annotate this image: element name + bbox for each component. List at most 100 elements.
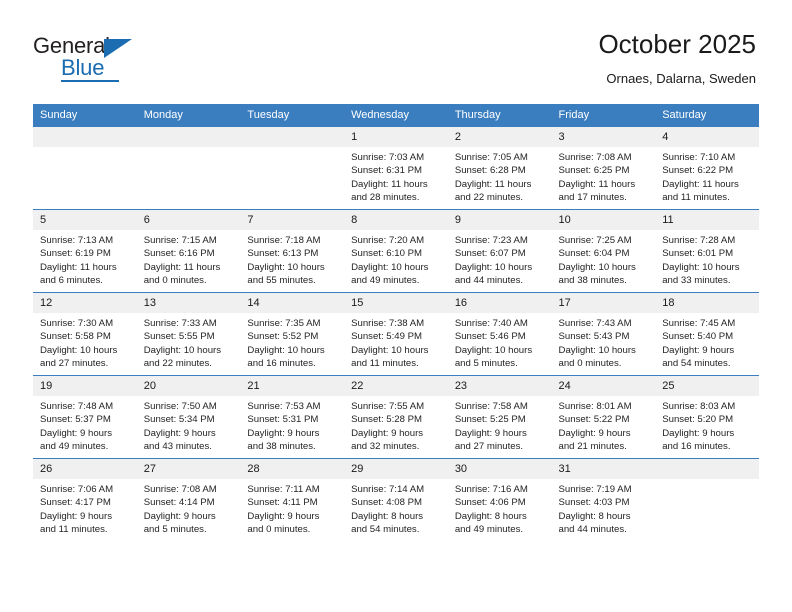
calendar-day-cell[interactable]: 20 Sunrise: 7:50 AM Sunset: 5:34 PM Dayligh… — [136, 375, 241, 459]
day-cell-inner: 2 Sunrise: 7:05 AM Sunset: 6:28 PM Daylight… — [447, 127, 552, 209]
calendar-day-cell[interactable]: 5 Sunrise: 7:13 AM Sunset: 6:19 PM Daylight… — [33, 209, 137, 293]
day-cell-inner — [33, 127, 137, 209]
day-sun-details: Sunrise: 7:10 AM Sunset: 6:22 PM Daylight:… — [655, 147, 759, 205]
calendar-day-cell[interactable]: 24 Sunrise: 8:01 AM Sunset: 5:22 PM Dayligh… — [551, 375, 656, 459]
day-sun-details: Sunrise: 8:03 AM Sunset: 5:20 PM Daylight:… — [655, 396, 759, 454]
calendar-day-cell[interactable]: 28 Sunrise: 7:11 AM Sunset: 4:11 PM Dayligh… — [240, 458, 345, 541]
calendar-day-cell[interactable]: 7 Sunrise: 7:18 AM Sunset: 6:13 PM Daylight… — [240, 209, 345, 293]
detail-sunrise: Sunrise: 7:40 AM — [454, 318, 528, 329]
calendar-day-cell[interactable]: 3 Sunrise: 7:08 AM Sunset: 6:25 PM Daylight… — [551, 126, 656, 210]
calendar-day-cell[interactable] — [655, 458, 759, 541]
detail-sunset: Sunset: 6:25 PM — [558, 165, 630, 177]
day-cell-inner — [240, 127, 345, 209]
calendar-day-cell[interactable]: 22 Sunrise: 7:55 AM Sunset: 5:28 PM Dayligh… — [344, 375, 448, 459]
day-sun-details: Sunrise: 7:25 AM Sunset: 6:04 PM Daylight:… — [552, 230, 656, 288]
day-cell-inner: 5 Sunrise: 7:13 AM Sunset: 6:19 PM Daylight… — [33, 210, 137, 292]
detail-daylight-line1: Daylight: 9 hours — [143, 427, 216, 439]
detail-daylight-line1: Daylight: 10 hours — [351, 344, 429, 356]
day-number: 10 — [551, 210, 656, 230]
detail-sunrise: Sunrise: 7:38 AM — [351, 318, 425, 329]
calendar-day-cell[interactable]: 15 Sunrise: 7:38 AM Sunset: 5:49 PM Dayligh… — [344, 292, 448, 376]
calendar-day-cell[interactable]: 8 Sunrise: 7:20 AM Sunset: 6:10 PM Daylight… — [344, 209, 448, 293]
calendar-day-cell[interactable]: 13 Sunrise: 7:33 AM Sunset: 5:55 PM Dayligh… — [136, 292, 241, 376]
day-number: 12 — [33, 293, 137, 313]
calendar-day-cell[interactable]: 16 Sunrise: 7:40 AM Sunset: 5:46 PM Dayligh… — [447, 292, 552, 376]
calendar-day-cell[interactable]: 21 Sunrise: 7:53 AM Sunset: 5:31 PM Dayligh… — [240, 375, 345, 459]
day-number: 17 — [551, 293, 656, 313]
detail-daylight-line2: and 27 minutes. — [454, 441, 524, 453]
day-number: 5 — [33, 210, 137, 230]
calendar-header-row: Sunday Monday Tuesday Wednesday Thursday… — [33, 104, 759, 127]
detail-sunset: Sunset: 4:08 PM — [351, 497, 423, 509]
logo-underline — [61, 80, 119, 82]
calendar-day-cell[interactable]: 2 Sunrise: 7:05 AM Sunset: 6:28 PM Daylight… — [447, 126, 552, 210]
day-number: 9 — [447, 210, 552, 230]
calendar-day-cell[interactable]: 6 Sunrise: 7:15 AM Sunset: 6:16 PM Daylight… — [136, 209, 241, 293]
detail-daylight-line2: and 0 minutes. — [558, 358, 622, 370]
day-cell-inner: 16 Sunrise: 7:40 AM Sunset: 5:46 PM Dayligh… — [447, 293, 552, 375]
day-number: 6 — [136, 210, 241, 230]
detail-sunrise: Sunrise: 7:53 AM — [247, 401, 321, 412]
detail-daylight-line1: Daylight: 8 hours — [558, 510, 631, 522]
calendar-day-cell[interactable]: 11 Sunrise: 7:28 AM Sunset: 6:01 PM Dayligh… — [655, 209, 759, 293]
detail-daylight-line1: Daylight: 9 hours — [454, 427, 527, 439]
day-cell-inner: 9 Sunrise: 7:23 AM Sunset: 6:07 PM Daylight… — [447, 210, 552, 292]
day-cell-inner: 12 Sunrise: 7:30 AM Sunset: 5:58 PM Dayligh… — [33, 293, 137, 375]
detail-sunset: Sunset: 6:04 PM — [558, 248, 630, 260]
detail-sunrise: Sunrise: 7:45 AM — [662, 318, 736, 329]
day-sun-details: Sunrise: 7:23 AM Sunset: 6:07 PM Daylight:… — [448, 230, 552, 288]
calendar-day-cell[interactable]: 1 Sunrise: 7:03 AM Sunset: 6:31 PM Daylight… — [344, 126, 448, 210]
calendar-day-cell[interactable]: 12 Sunrise: 7:30 AM Sunset: 5:58 PM Dayligh… — [33, 292, 137, 376]
calendar-day-cell[interactable] — [33, 126, 137, 210]
calendar-day-cell[interactable]: 30 Sunrise: 7:16 AM Sunset: 4:06 PM Dayligh… — [447, 458, 552, 541]
detail-daylight-line1: Daylight: 10 hours — [558, 261, 636, 273]
calendar-day-cell[interactable]: 31 Sunrise: 7:19 AM Sunset: 4:03 PM Dayligh… — [551, 458, 656, 541]
calendar-day-cell[interactable]: 23 Sunrise: 7:58 AM Sunset: 5:25 PM Dayligh… — [447, 375, 552, 459]
day-number: 26 — [33, 459, 137, 479]
day-sun-details: Sunrise: 7:20 AM Sunset: 6:10 PM Daylight:… — [344, 230, 448, 288]
detail-sunset: Sunset: 4:17 PM — [40, 497, 111, 509]
detail-sunset: Sunset: 6:28 PM — [454, 165, 526, 177]
day-cell-inner: 17 Sunrise: 7:43 AM Sunset: 5:43 PM Dayligh… — [551, 293, 656, 375]
calendar-day-cell[interactable]: 4 Sunrise: 7:10 AM Sunset: 6:22 PM Daylight… — [655, 126, 759, 210]
detail-daylight-line2: and 6 minutes. — [40, 275, 103, 287]
detail-sunset: Sunset: 6:22 PM — [662, 165, 734, 177]
detail-daylight-line1: Daylight: 10 hours — [40, 344, 118, 356]
detail-daylight-line1: Daylight: 9 hours — [662, 427, 735, 439]
calendar-day-cell[interactable]: 26 Sunrise: 7:06 AM Sunset: 4:17 PM Dayligh… — [33, 458, 137, 541]
calendar-day-cell[interactable] — [240, 126, 345, 210]
detail-sunrise: Sunrise: 7:11 AM — [247, 484, 320, 495]
calendar-day-cell[interactable]: 14 Sunrise: 7:35 AM Sunset: 5:52 PM Dayligh… — [240, 292, 345, 376]
detail-sunset: Sunset: 6:31 PM — [351, 165, 423, 177]
day-sun-details: Sunrise: 7:05 AM Sunset: 6:28 PM Daylight:… — [448, 147, 552, 205]
day-cell-inner: 18 Sunrise: 7:45 AM Sunset: 5:40 PM Dayligh… — [655, 293, 759, 375]
day-number: 27 — [136, 459, 241, 479]
day-sun-details: Sunrise: 7:35 AM Sunset: 5:52 PM Daylight:… — [240, 313, 344, 371]
calendar-day-cell[interactable]: 18 Sunrise: 7:45 AM Sunset: 5:40 PM Dayligh… — [655, 292, 759, 376]
day-number — [33, 127, 137, 147]
calendar-day-cell[interactable]: 27 Sunrise: 7:08 AM Sunset: 4:14 PM Dayligh… — [136, 458, 241, 541]
detail-sunrise: Sunrise: 7:33 AM — [143, 318, 217, 329]
detail-daylight-line1: Daylight: 10 hours — [454, 261, 533, 273]
calendar-day-cell[interactable]: 19 Sunrise: 7:48 AM Sunset: 5:37 PM Dayligh… — [33, 375, 137, 459]
detail-daylight-line1: Daylight: 10 hours — [558, 344, 636, 356]
detail-sunrise: Sunrise: 7:35 AM — [247, 318, 321, 329]
detail-daylight-line1: Daylight: 10 hours — [351, 261, 429, 273]
day-cell-inner: 31 Sunrise: 7:19 AM Sunset: 4:03 PM Dayligh… — [551, 459, 656, 541]
calendar-day-cell[interactable]: 29 Sunrise: 7:14 AM Sunset: 4:08 PM Dayligh… — [344, 458, 448, 541]
detail-daylight-line2: and 49 minutes. — [40, 441, 109, 453]
calendar-day-cell[interactable]: 25 Sunrise: 8:03 AM Sunset: 5:20 PM Dayligh… — [655, 375, 759, 459]
day-cell-inner: 7 Sunrise: 7:18 AM Sunset: 6:13 PM Daylight… — [240, 210, 345, 292]
detail-sunrise: Sunrise: 7:23 AM — [454, 235, 528, 246]
detail-sunset: Sunset: 6:13 PM — [247, 248, 319, 260]
detail-daylight-line1: Daylight: 9 hours — [247, 427, 320, 439]
day-sun-details: Sunrise: 8:01 AM Sunset: 5:22 PM Daylight:… — [552, 396, 656, 454]
detail-daylight-line1: Daylight: 9 hours — [558, 427, 631, 439]
day-number: 15 — [344, 293, 448, 313]
calendar-day-cell[interactable]: 17 Sunrise: 7:43 AM Sunset: 5:43 PM Dayligh… — [551, 292, 656, 376]
calendar-day-cell[interactable]: 10 Sunrise: 7:25 AM Sunset: 6:04 PM Dayligh… — [551, 209, 656, 293]
calendar-day-cell[interactable]: 9 Sunrise: 7:23 AM Sunset: 6:07 PM Daylight… — [447, 209, 552, 293]
detail-daylight-line2: and 16 minutes. — [662, 441, 731, 453]
page-subtitle: Ornaes, Dalarna, Sweden — [606, 71, 756, 86]
calendar-day-cell[interactable] — [136, 126, 241, 210]
